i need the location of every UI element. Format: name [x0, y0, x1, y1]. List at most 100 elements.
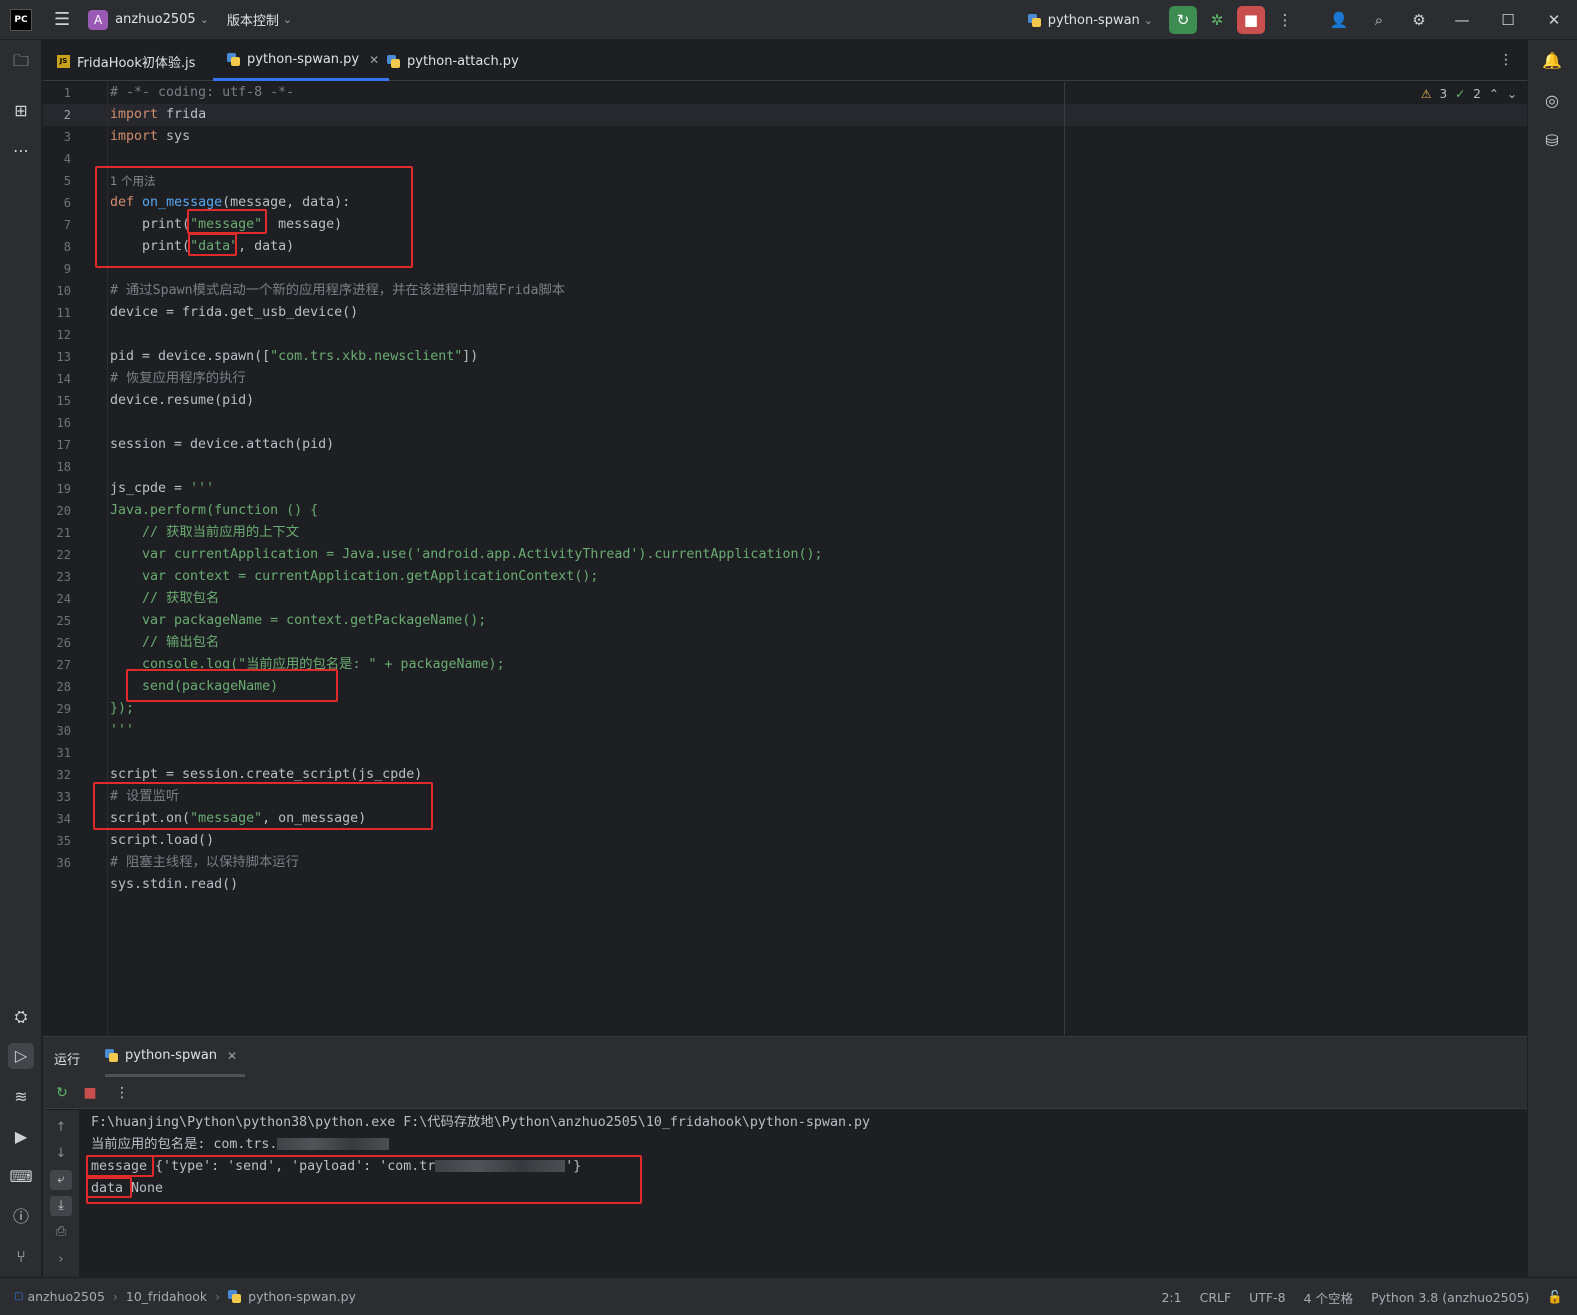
run-panel-title: 运行: [54, 1053, 81, 1068]
tab-label: python-spwan.py: [247, 52, 360, 67]
soft-wrap-icon[interactable]: ⤶: [50, 1170, 72, 1190]
more-tabs-icon[interactable]: ⋮: [1499, 52, 1513, 68]
check-icon: ✓: [1455, 87, 1466, 101]
code-line-25: // 输出包名: [110, 635, 220, 650]
more-actions-icon[interactable]: ⋮: [1271, 6, 1299, 34]
left-tool-window-bar: 🗀 ⊞ ⋯ ⛭ ▷ ≋ ▶ ⌨ ⓘ ⑂: [0, 40, 42, 1277]
line-number: 25: [56, 614, 71, 628]
scroll-up-icon[interactable]: ↑: [50, 1118, 72, 1138]
code-line-14: device.resume(pid): [110, 393, 255, 408]
indent-setting[interactable]: 4 个空格: [1304, 1288, 1353, 1307]
python-packages-icon[interactable]: ⛭: [8, 1004, 34, 1030]
redacted-blur: [277, 1138, 390, 1150]
chevron-up-icon[interactable]: ⌃: [1489, 87, 1499, 101]
print-icon[interactable]: ⎙: [50, 1222, 72, 1242]
main-menu-icon[interactable]: ☰: [54, 9, 70, 30]
git-branch-icon[interactable]: ⑂: [8, 1244, 34, 1270]
chevron-down-icon[interactable]: ⌄: [283, 13, 292, 26]
line-number: 20: [56, 504, 71, 518]
stop-icon[interactable]: ■: [81, 1085, 99, 1101]
terminal-icon[interactable]: ⌨: [8, 1164, 34, 1190]
line-number: 21: [56, 526, 71, 540]
code-line-5: def on_message(message, data):: [110, 195, 351, 210]
breadcrumb-folder[interactable]: 10_fridahook: [126, 1289, 207, 1304]
line-number: 11: [56, 306, 71, 320]
pycharm-logo-icon: PC: [10, 8, 32, 31]
breadcrumb-project[interactable]: anzhuo2505: [27, 1289, 104, 1304]
python-interpreter[interactable]: Python 3.8 (anzhuo2505): [1371, 1290, 1529, 1305]
run-tab-label: python-spwan: [125, 1048, 218, 1063]
line-number: 4: [63, 152, 71, 166]
services-icon[interactable]: ▶: [8, 1124, 34, 1150]
close-icon[interactable]: ✕: [227, 1049, 237, 1063]
code-line-13: # 恢复应用程序的执行: [110, 371, 246, 386]
line-number: 36: [56, 856, 71, 870]
tab-python-attach[interactable]: python-attach.py: [387, 41, 519, 81]
more-options-icon[interactable]: ⋮: [113, 1085, 131, 1101]
close-window-button[interactable]: ✕: [1531, 11, 1577, 29]
lock-icon[interactable]: 🔓: [1547, 1289, 1563, 1305]
settings-gear-icon[interactable]: ⚙: [1405, 6, 1433, 34]
tab-fridahook-js[interactable]: JS FridaHook初体验.js: [57, 41, 195, 81]
line-number: 17: [56, 438, 71, 452]
breadcrumb: ▢ anzhuo2505 › 10_fridahook › python-spw…: [14, 1289, 356, 1304]
run-config-label: python-spwan: [1047, 12, 1140, 28]
file-encoding[interactable]: UTF-8: [1249, 1290, 1285, 1305]
code-line-19: Java.perform(function () {: [110, 503, 319, 518]
project-badge[interactable]: A: [88, 9, 109, 30]
code-line-22: var context = currentApplication.getAppl…: [110, 569, 599, 584]
ai-assistant-icon[interactable]: ◎: [1539, 88, 1565, 114]
close-icon[interactable]: ✕: [369, 53, 379, 67]
scroll-to-end-icon[interactable]: ⤓: [50, 1196, 72, 1216]
python-file-icon: [387, 54, 400, 68]
expand-chevron-icon[interactable]: ›: [50, 1250, 72, 1270]
caret-position[interactable]: 2:1: [1161, 1290, 1181, 1305]
chevron-down-icon[interactable]: ⌄: [200, 13, 209, 26]
maximize-button[interactable]: ☐: [1485, 11, 1531, 29]
debug-bug-icon[interactable]: ✲: [1203, 6, 1231, 34]
rerun-icon[interactable]: ↻: [53, 1085, 71, 1101]
warning-count: 3: [1439, 87, 1448, 101]
layers-icon[interactable]: ≋: [8, 1084, 34, 1110]
inspection-widget[interactable]: ⚠ 3 ✓ 2 ⌃ ⌄: [1421, 87, 1517, 101]
code-line-7: print("data", data): [110, 239, 295, 254]
code-line-23: // 获取包名: [110, 591, 220, 606]
add-user-icon[interactable]: 👤: [1325, 6, 1353, 34]
run-tool-icon[interactable]: ▷: [8, 1043, 34, 1069]
code-line-35: # 阻塞主线程，以保持脚本运行: [110, 855, 299, 870]
title-bar: PC ☰ A anzhuo2505 ⌄ 版本控制 ⌄ python-spwan …: [0, 0, 1577, 40]
run-tab-python-spwan[interactable]: python-spwan ✕: [105, 1037, 246, 1077]
chevron-down-icon[interactable]: ⌄: [1507, 87, 1517, 101]
code-line-10: device = frida.get_usb_device(): [110, 305, 359, 320]
line-number-gutter: 1 2 3 4 5 6 7 8 9 10 11 12 13 14 15 16 17 18 19 20 21 22 23 24 2…: [43, 82, 103, 1035]
rerun-button[interactable]: ↻: [1169, 6, 1197, 34]
problems-icon[interactable]: ⓘ: [8, 1204, 34, 1230]
minimize-button[interactable]: —: [1439, 11, 1485, 29]
project-name[interactable]: anzhuo2505: [115, 12, 196, 27]
notifications-bell-icon[interactable]: 🔔: [1539, 48, 1565, 74]
line-separator[interactable]: CRLF: [1200, 1290, 1232, 1305]
stop-button[interactable]: ■: [1237, 6, 1265, 34]
usage-hint[interactable]: 1 个用法: [110, 170, 155, 192]
console-output[interactable]: F:\huanjing\Python\python38\python.exe F…: [91, 1112, 1511, 1200]
search-icon[interactable]: ⌕: [1365, 6, 1393, 34]
vcs-menu[interactable]: 版本控制: [227, 10, 279, 29]
line-number: 7: [63, 218, 71, 232]
code-line-6: print("message", message): [110, 217, 343, 232]
ok-count: 2: [1473, 87, 1481, 101]
code-editor[interactable]: 1 2 3 4 5 6 7 8 9 10 11 12 13 14 15 16 17 18 19 20 21 22 23 24 2…: [43, 82, 1527, 1035]
status-bar: ▢ anzhuo2505 › 10_fridahook › python-spw…: [0, 1277, 1577, 1315]
console-line-data: data None: [91, 1181, 164, 1196]
run-config-selector[interactable]: python-spwan ⌄: [1027, 12, 1153, 28]
code-line-33: script.on("message", on_message): [110, 811, 367, 826]
right-tool-window-bar: 🔔 ◎ ⛁: [1527, 40, 1577, 1277]
more-tools-icon[interactable]: ⋯: [8, 138, 34, 164]
python-file-icon: [227, 53, 240, 66]
scroll-down-icon[interactable]: ↓: [50, 1144, 72, 1164]
database-icon[interactable]: ⛁: [1539, 128, 1565, 154]
structure-icon[interactable]: ⊞: [8, 98, 34, 124]
breadcrumb-file[interactable]: python-spwan.py: [248, 1289, 356, 1304]
project-folder-icon[interactable]: 🗀: [8, 48, 34, 74]
code-line-27: send(packageName): [110, 679, 279, 694]
tab-python-spwan[interactable]: python-spwan.py ✕: [213, 41, 390, 81]
